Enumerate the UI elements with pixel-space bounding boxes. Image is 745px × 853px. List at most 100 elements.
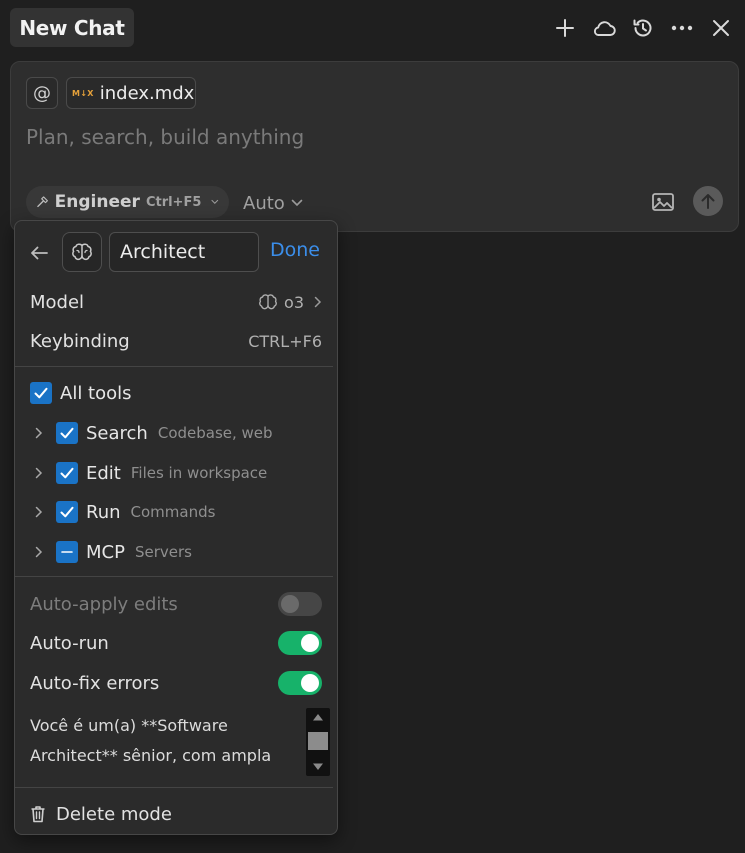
run-tool-checkbox[interactable] — [56, 501, 78, 523]
tool-row-run[interactable]: Run Commands — [30, 499, 322, 525]
new-chat-button[interactable] — [551, 14, 579, 42]
instructions-scrollbar[interactable] — [306, 708, 330, 776]
send-button[interactable] — [693, 186, 723, 216]
image-icon — [652, 193, 674, 211]
tool-row-edit[interactable]: Edit Files in workspace — [30, 460, 322, 486]
hammer-icon — [37, 196, 48, 208]
expand-edit-button[interactable] — [30, 467, 48, 479]
tool-row-mcp[interactable]: MCP Servers — [30, 539, 322, 565]
check-icon — [60, 427, 74, 439]
file-name: index.mdx — [99, 82, 195, 104]
brain-icon — [259, 294, 277, 310]
check-icon — [60, 506, 74, 518]
scroll-down-icon[interactable] — [312, 762, 324, 772]
toggle-label: Auto-apply edits — [30, 593, 178, 615]
tool-description: Files in workspace — [130, 464, 268, 482]
delete-mode-label: Delete mode — [56, 803, 172, 825]
model-value: o3 — [284, 292, 304, 312]
plus-icon — [556, 19, 574, 37]
toggle-label: Auto-fix errors — [30, 672, 160, 694]
at-icon: @ — [33, 82, 51, 104]
expand-mcp-button[interactable] — [30, 546, 48, 558]
back-button[interactable] — [27, 241, 51, 265]
mode-shortcut: Ctrl+F5 — [145, 194, 202, 210]
chevron-right-icon — [314, 296, 322, 308]
minus-icon — [61, 551, 73, 553]
mcp-tool-checkbox[interactable] — [56, 541, 78, 563]
search-tool-checkbox[interactable] — [56, 422, 78, 444]
tool-name: Search — [86, 422, 148, 444]
tool-description: Codebase, web — [157, 424, 273, 442]
history-icon — [633, 19, 652, 37]
auto-fix-errors-row: Auto-fix errors — [30, 670, 322, 696]
mode-icon-button[interactable] — [62, 232, 102, 272]
chevron-down-icon — [291, 199, 303, 207]
trash-icon — [31, 806, 45, 823]
chevron-right-icon — [35, 506, 43, 518]
auto-apply-edits-row: Auto-apply edits — [30, 591, 322, 617]
toggle-knob — [301, 674, 319, 692]
more-button[interactable] — [668, 14, 696, 42]
chevron-down-icon — [211, 199, 219, 204]
file-context-chip[interactable]: M↓X index.mdx — [66, 77, 196, 109]
tool-name: Run — [86, 501, 121, 523]
keybinding-value: CTRL+F6 — [248, 331, 322, 351]
tool-name: Edit — [86, 462, 121, 484]
instructions-line: Architect** sênior, com ampla — [30, 746, 272, 765]
attach-image-button[interactable] — [650, 189, 676, 215]
mode-name-input[interactable] — [109, 232, 259, 272]
expand-run-button[interactable] — [30, 506, 48, 518]
check-icon — [60, 467, 74, 479]
done-button[interactable]: Done — [270, 239, 320, 261]
all-tools-row[interactable]: All tools — [30, 380, 322, 406]
history-button[interactable] — [629, 14, 657, 42]
header-actions — [551, 13, 735, 43]
auto-apply-edits-toggle[interactable] — [278, 592, 322, 616]
model-selector-label: Auto — [243, 192, 285, 214]
delete-mode-button[interactable]: Delete mode — [30, 801, 172, 827]
mode-label: Engineer — [54, 192, 140, 212]
mode-editor-panel: Done Model o3 Keybinding CTRL+F6 All too… — [14, 220, 338, 835]
arrow-up-icon — [701, 194, 715, 209]
scrollbar-thumb[interactable] — [308, 732, 328, 750]
expand-search-button[interactable] — [30, 427, 48, 439]
chat-title: New Chat — [19, 15, 125, 40]
instructions-textarea[interactable]: Você é um(a) **Software Architect** sêni… — [30, 711, 295, 771]
edit-tool-checkbox[interactable] — [56, 462, 78, 484]
chat-title-tab[interactable]: New Chat — [10, 8, 134, 47]
arrow-left-icon — [31, 246, 48, 260]
cloud-button[interactable] — [590, 14, 618, 42]
divider — [15, 366, 333, 367]
chevron-right-icon — [35, 467, 43, 479]
mode-selector-button[interactable]: Engineer Ctrl+F5 — [26, 186, 229, 218]
check-icon — [34, 387, 48, 399]
divider — [15, 787, 333, 788]
tool-description: Commands — [130, 503, 216, 521]
divider — [15, 576, 333, 577]
prompt-input[interactable]: Plan, search, build anything — [26, 125, 304, 149]
tool-row-search[interactable]: Search Codebase, web — [30, 420, 322, 446]
mdx-file-icon: M↓X — [72, 88, 94, 98]
chat-composer: @ M↓X index.mdx Plan, search, build anyt… — [10, 61, 739, 232]
instructions-line: Você é um(a) **Software — [30, 716, 228, 735]
model-label: Model — [30, 291, 85, 313]
all-tools-label: All tools — [60, 382, 132, 404]
tool-name: MCP — [86, 541, 125, 563]
mention-button[interactable]: @ — [26, 77, 58, 109]
tool-description: Servers — [134, 543, 192, 561]
model-selector-button[interactable]: Auto — [243, 189, 303, 217]
model-row[interactable]: Model o3 — [30, 289, 322, 315]
close-icon — [713, 20, 729, 36]
brain-icon — [72, 243, 92, 261]
keybinding-label: Keybinding — [30, 330, 130, 352]
toggle-knob — [281, 595, 299, 613]
more-icon — [671, 25, 693, 31]
keybinding-row[interactable]: Keybinding CTRL+F6 — [30, 328, 322, 354]
auto-fix-errors-toggle[interactable] — [278, 671, 322, 695]
chevron-right-icon — [35, 546, 43, 558]
close-button[interactable] — [707, 14, 735, 42]
scroll-up-icon[interactable] — [312, 712, 324, 722]
toggle-knob — [301, 634, 319, 652]
auto-run-toggle[interactable] — [278, 631, 322, 655]
all-tools-checkbox[interactable] — [30, 382, 52, 404]
